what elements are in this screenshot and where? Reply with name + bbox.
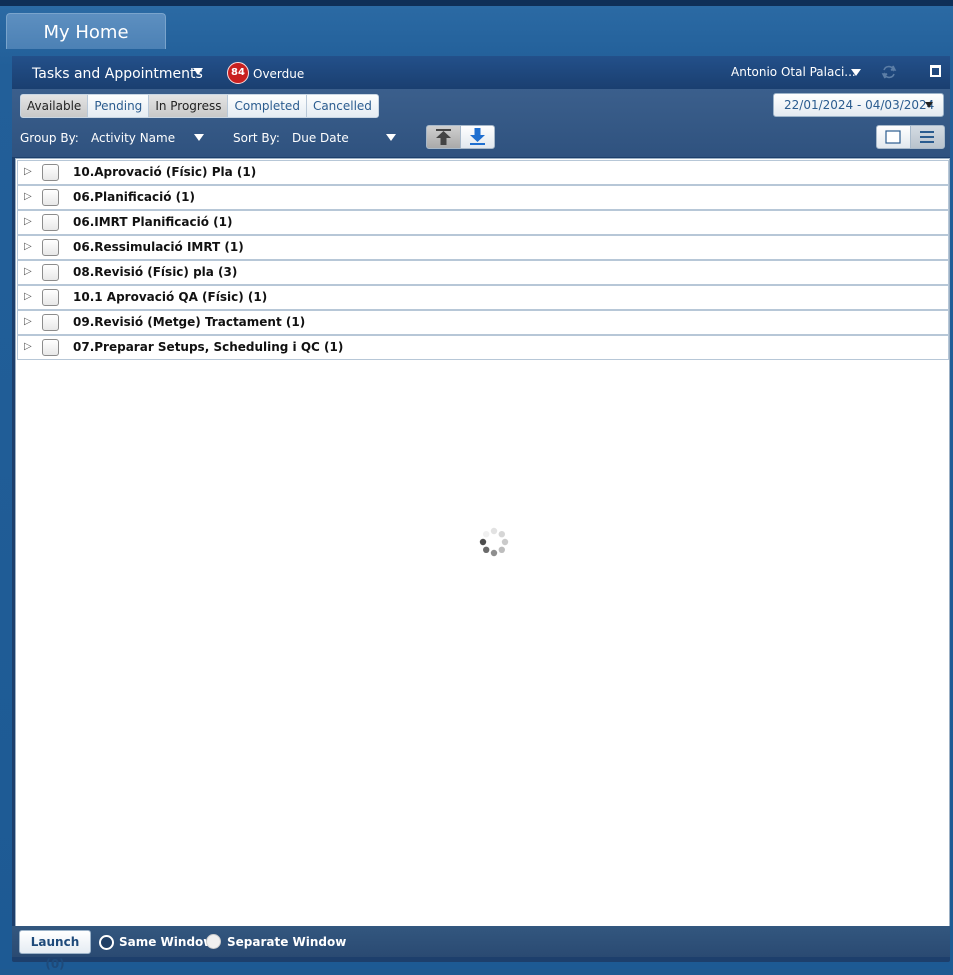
activity-label: 07.Preparar Setups, Scheduling i QC (1) [73,340,344,354]
launch-footer: Launch (0) Same Window Separate Window [12,926,950,971]
activity-label: 06.Planificació (1) [73,190,195,204]
status-tab-group: Available Pending In Progress Completed … [20,94,379,118]
overdue-label[interactable]: Overdue [253,67,304,81]
activity-label: 10.Aprovació (Físic) Pla (1) [73,165,257,179]
list-item[interactable]: ▷ 10.Aprovació (Físic) Pla (1) [17,160,949,185]
expand-triangle-icon[interactable]: ▷ [24,191,32,202]
list-item[interactable]: ▷ 07.Preparar Setups, Scheduling i QC (1… [17,335,949,360]
sort-down-icon [470,128,485,145]
maximize-icon[interactable] [930,65,941,77]
expand-triangle-icon[interactable]: ▷ [24,291,32,302]
tab-in-progress[interactable]: In Progress [149,95,229,117]
activity-list: ▷ 10.Aprovació (Físic) Pla (1) ▷ 06.Plan… [15,158,950,927]
sort-by-chevron-down-icon[interactable] [386,134,396,141]
tab-completed[interactable]: Completed [228,95,307,117]
list-icon [920,131,934,143]
panel-title[interactable]: Tasks and Appointments [32,66,203,82]
row-checkbox[interactable] [42,339,59,356]
activity-label: 10.1 Aprovació QA (Físic) (1) [73,290,268,304]
launch-button[interactable]: Launch (0) [19,930,91,971]
separate-window-radio[interactable] [206,934,221,949]
chevron-down-icon[interactable] [193,68,203,75]
list-item[interactable]: ▷ 09.Revisió (Metge) Tractament (1) [17,310,949,335]
overdue-count-badge[interactable]: 84 [227,62,249,84]
same-window-label[interactable]: Same Window [119,935,214,949]
row-checkbox[interactable] [42,314,59,331]
user-name[interactable]: Antonio Otal Palaci... [731,65,856,79]
expand-triangle-icon[interactable]: ▷ [24,341,32,352]
row-checkbox[interactable] [42,239,59,256]
row-checkbox[interactable] [42,214,59,231]
panel-header: Tasks and Appointments 84 Overdue Antoni… [12,56,950,89]
tab-cancelled[interactable]: Cancelled [306,95,378,117]
sort-ascending-button[interactable] [426,125,461,149]
list-item[interactable]: ▷ 10.1 Aprovació QA (Físic) (1) [17,285,949,310]
tab-pending[interactable]: Pending [88,95,150,117]
date-range-text: 22/01/2024 - 04/03/2024 [784,98,935,112]
list-item[interactable]: ▷ 06.IMRT Planificació (1) [17,210,949,235]
date-range-picker[interactable]: 22/01/2024 - 04/03/2024 [773,93,944,117]
same-window-radio[interactable] [99,935,114,950]
filter-toolbar: Available Pending In Progress Completed … [12,89,950,157]
expand-triangle-icon[interactable]: ▷ [24,266,32,277]
list-item[interactable]: ▷ 06.Ressimulació IMRT (1) [17,235,949,260]
expand-triangle-icon[interactable]: ▷ [24,316,32,327]
date-chevron-down-icon [925,102,933,108]
group-by-select[interactable]: Activity Name [91,131,175,145]
user-chevron-down-icon[interactable] [851,69,861,76]
activity-label: 09.Revisió (Metge) Tractament (1) [73,315,306,329]
expand-triangle-icon[interactable]: ▷ [24,166,32,177]
tasks-panel: Tasks and Appointments 84 Overdue Antoni… [12,56,950,971]
row-checkbox[interactable] [42,189,59,206]
group-by-label: Group By: [20,131,79,145]
row-checkbox[interactable] [42,289,59,306]
row-checkbox[interactable] [42,164,59,181]
list-item[interactable]: ▷ 08.Revisió (Físic) pla (3) [17,260,949,285]
single-view-button[interactable] [876,125,911,149]
activity-label: 06.Ressimulació IMRT (1) [73,240,244,254]
refresh-icon[interactable] [881,64,897,80]
activity-label: 08.Revisió (Físic) pla (3) [73,265,238,279]
expand-triangle-icon[interactable]: ▷ [24,241,32,252]
sort-up-icon [436,129,451,145]
sort-by-select[interactable]: Due Date [292,131,349,145]
row-checkbox[interactable] [42,264,59,281]
sort-descending-button[interactable] [460,125,495,149]
expand-triangle-icon[interactable]: ▷ [24,216,32,227]
sort-by-label: Sort By: [233,131,280,145]
tab-my-home[interactable]: My Home [6,13,166,49]
single-pane-icon [885,130,901,144]
tab-available[interactable]: Available [21,95,89,117]
list-item[interactable]: ▷ 06.Planificació (1) [17,185,949,210]
activity-label: 06.IMRT Planificació (1) [73,215,233,229]
group-by-chevron-down-icon[interactable] [194,134,204,141]
loading-spinner-icon [479,527,509,557]
separate-window-label[interactable]: Separate Window [227,935,346,949]
list-view-button[interactable] [910,125,945,149]
